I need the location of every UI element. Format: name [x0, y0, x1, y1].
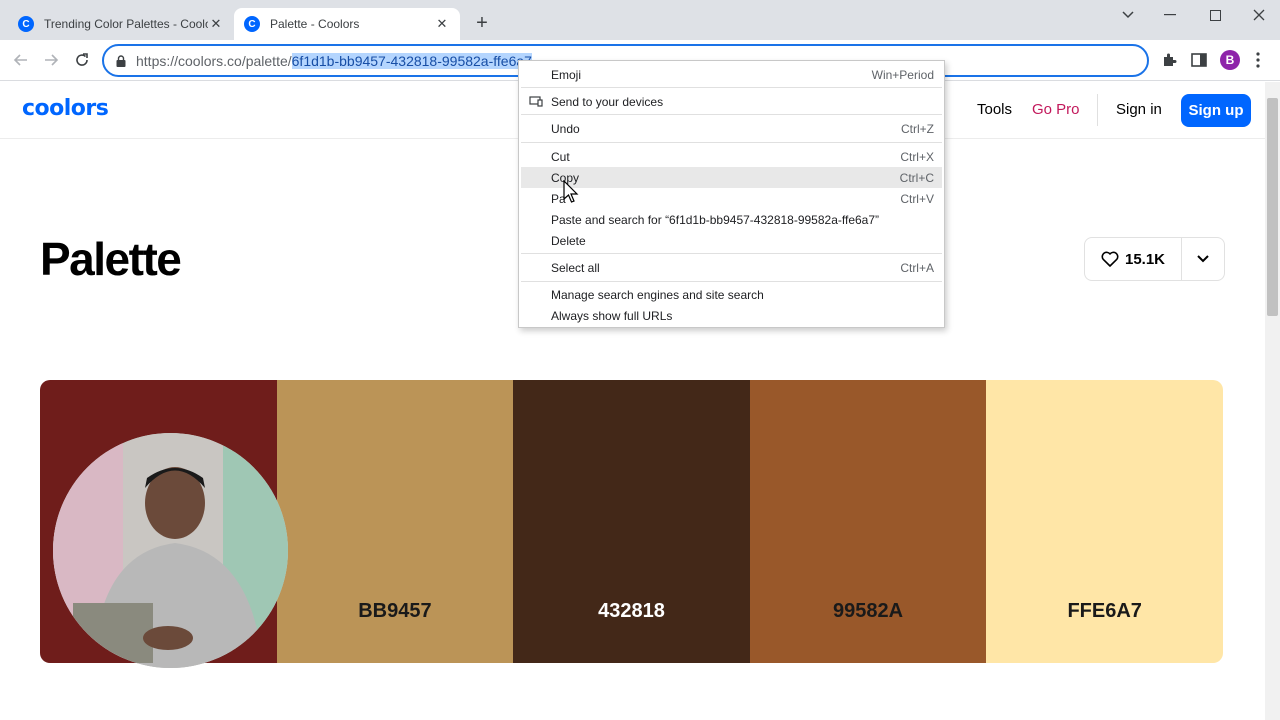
- lock-icon[interactable]: [116, 54, 126, 67]
- menu-item-copy[interactable]: Copy Ctrl+C: [521, 167, 942, 188]
- minimize-icon[interactable]: [1150, 4, 1190, 26]
- new-tab-button[interactable]: +: [470, 12, 494, 36]
- menu-item-emoji[interactable]: Emoji Win+Period: [521, 64, 942, 85]
- swatch-5[interactable]: FFE6A7: [986, 380, 1223, 663]
- swatch-2[interactable]: BB9457: [276, 380, 514, 663]
- mouse-pointer-icon: [563, 179, 579, 209]
- likes-widget: 15.1K: [1084, 237, 1225, 281]
- menu-item-cut[interactable]: Cut Ctrl+X: [521, 146, 942, 167]
- webcam-overlay: [53, 433, 288, 668]
- url-selected-text: 6f1d1b-bb9457-432818-99582a-ffe6a7: [291, 52, 532, 69]
- chevron-down-icon: [1197, 255, 1209, 263]
- menu-item-label: Select all: [551, 260, 600, 275]
- scrollbar-thumb[interactable]: [1267, 98, 1278, 316]
- forward-icon[interactable]: [39, 48, 63, 72]
- menu-item-select-all[interactable]: Select all Ctrl+A: [521, 257, 942, 278]
- swatch-3[interactable]: 432818: [513, 380, 750, 663]
- menu-item-shortcut: Ctrl+C: [899, 170, 934, 185]
- menu-item-label: Manage search engines and site search: [551, 287, 764, 302]
- tab-search-chevron-icon[interactable]: [1108, 4, 1148, 26]
- heart-icon: [1101, 251, 1119, 267]
- swatch-hex-label: 99582A: [833, 600, 904, 622]
- profile-avatar[interactable]: B: [1220, 50, 1240, 70]
- menu-item-label: Emoji: [551, 67, 582, 82]
- menu-item-label: Cut: [551, 149, 570, 164]
- menu-item-label: Always show full URLs: [551, 308, 673, 323]
- close-window-icon[interactable]: [1239, 4, 1279, 26]
- tab-close-icon[interactable]: ✕: [208, 16, 224, 32]
- menu-item-label: Undo: [551, 121, 580, 136]
- context-menu: Emoji Win+Period Send to your devices Un…: [518, 60, 945, 328]
- menu-item-shortcut: Win+Period: [871, 67, 934, 82]
- page-title: Palette: [40, 233, 182, 285]
- url-text: https://coolors.co/palette/: [136, 52, 292, 69]
- tab-strip: C Trending Color Palettes - Coolor ✕ C P…: [0, 0, 1280, 40]
- coolors-favicon-icon: C: [244, 16, 260, 32]
- tab-title: Palette - Coolors: [270, 17, 360, 31]
- menu-separator: [521, 253, 942, 254]
- nav-go-pro-link[interactable]: Go Pro: [1032, 101, 1080, 118]
- menu-item-delete[interactable]: Delete: [521, 230, 942, 251]
- menu-item-paste[interactable]: Pa Ctrl+V: [521, 188, 942, 209]
- maximize-icon[interactable]: [1195, 4, 1235, 26]
- menu-item-shortcut: Ctrl+Z: [901, 121, 934, 136]
- swatch-4[interactable]: 99582A: [749, 380, 987, 663]
- menu-item-shortcut: Ctrl+A: [900, 260, 934, 275]
- devices-icon: [529, 96, 543, 107]
- menu-item-paste-and-search[interactable]: Paste and search for “6f1d1b-bb9457-4328…: [521, 209, 942, 230]
- menu-item-send-to-devices[interactable]: Send to your devices: [521, 91, 942, 112]
- menu-item-label: Delete: [551, 233, 586, 248]
- tab-close-icon[interactable]: ✕: [434, 16, 450, 32]
- likes-count: 15.1K: [1124, 250, 1166, 268]
- tab-title: Trending Color Palettes - Coolor: [44, 17, 208, 31]
- menu-kebab-icon[interactable]: [1248, 50, 1268, 70]
- menu-separator: [521, 281, 942, 282]
- menu-separator: [521, 114, 942, 115]
- back-icon[interactable]: [9, 48, 33, 72]
- sign-up-button[interactable]: Sign up: [1181, 94, 1251, 127]
- menu-item-shortcut: Ctrl+V: [900, 191, 934, 206]
- menu-separator: [521, 87, 942, 88]
- reload-icon[interactable]: [70, 48, 94, 72]
- swatch-hex-label: 432818: [598, 600, 665, 622]
- menu-item-shortcut: Ctrl+X: [900, 149, 934, 164]
- swatch-hex-label: BB9457: [358, 600, 432, 622]
- menu-item-manage-search-engines[interactable]: Manage search engines and site search: [521, 284, 942, 305]
- page-scrollbar[interactable]: [1265, 82, 1280, 720]
- menu-item-label: Send to your devices: [551, 94, 664, 109]
- tab-trending[interactable]: C Trending Color Palettes - Coolor ✕: [8, 8, 234, 40]
- coolors-logo[interactable]: coolors: [22, 96, 109, 121]
- tab-palette[interactable]: C Palette - Coolors ✕: [234, 8, 460, 40]
- menu-item-label: Paste and search for “6f1d1b-bb9457-4328…: [551, 212, 880, 227]
- menu-item-undo[interactable]: Undo Ctrl+Z: [521, 118, 942, 139]
- menu-item-always-show-full-urls[interactable]: Always show full URLs: [521, 305, 942, 326]
- more-options-button[interactable]: [1182, 238, 1224, 280]
- menu-separator: [521, 142, 942, 143]
- side-panel-icon[interactable]: [1189, 50, 1209, 70]
- swatch-hex-label: FFE6A7: [1067, 600, 1142, 622]
- nav-sign-in-link[interactable]: Sign in: [1116, 101, 1162, 118]
- coolors-favicon-icon: C: [18, 16, 34, 32]
- nav-tools-link[interactable]: Tools: [977, 101, 1012, 118]
- like-button[interactable]: 15.1K: [1085, 238, 1182, 280]
- nav-divider: [1097, 94, 1098, 126]
- extensions-icon[interactable]: [1159, 50, 1179, 70]
